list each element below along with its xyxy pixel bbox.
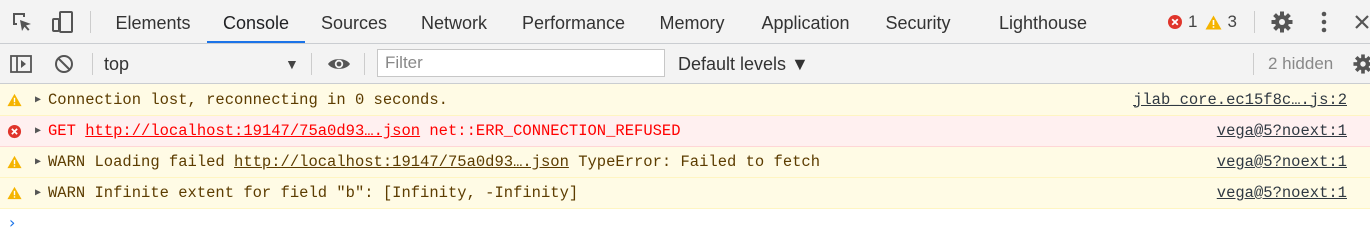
context-selector[interactable]: top <box>104 44 129 83</box>
separator <box>1254 11 1255 33</box>
message-text: WARN Infinite extent for field "b": [Inf… <box>48 184 579 202</box>
warning-icon <box>7 178 22 208</box>
warning-icon <box>7 84 22 115</box>
message-prefix: GET <box>48 122 86 140</box>
error-icon <box>1168 15 1182 29</box>
console-message-warning[interactable]: ▶ WARN Loading failed http://localhost:1… <box>0 147 1370 178</box>
console-message-error[interactable]: ▶ GET http://localhost:19147/75a0d93….js… <box>0 116 1370 147</box>
context-dropdown-arrow-icon[interactable]: ▼ <box>285 44 299 83</box>
show-sidebar-icon[interactable] <box>9 44 33 83</box>
warning-icon <box>7 147 22 177</box>
message-suffix: TypeError: Failed to fetch <box>568 153 821 171</box>
warning-count: 3 <box>1227 12 1237 31</box>
error-icon <box>7 116 22 146</box>
console-message-warning[interactable]: ▶ WARN Infinite extent for field "b": [I… <box>0 178 1370 209</box>
expand-triangle-icon[interactable]: ▶ <box>35 84 41 115</box>
log-levels-dropdown[interactable]: Default levels ▼ <box>678 44 809 83</box>
tab-lighthouse[interactable]: Lighthouse <box>986 0 1100 43</box>
clear-console-icon[interactable] <box>52 44 76 83</box>
tab-security[interactable]: Security <box>874 0 962 43</box>
hidden-messages-count: 2 hidden <box>1268 54 1334 73</box>
message-text: GET http://localhost:19147/75a0d93….json… <box>48 116 681 146</box>
filter-input[interactable] <box>377 49 665 77</box>
expand-triangle-icon[interactable]: ▶ <box>35 147 41 177</box>
inspect-element-icon[interactable] <box>10 0 34 44</box>
tab-application[interactable]: Application <box>748 0 863 43</box>
message-source-link[interactable]: vega@5?noext:1 <box>1217 116 1347 146</box>
device-toolbar-icon[interactable] <box>49 0 75 44</box>
separator <box>311 53 312 75</box>
console-settings-gear-icon[interactable] <box>1353 44 1370 83</box>
close-icon[interactable] <box>1354 0 1370 44</box>
message-url-link[interactable]: http://localhost:19147/75a0d93….json <box>85 122 420 140</box>
message-source-link[interactable]: vega@5?noext:1 <box>1217 147 1347 177</box>
message-url-link[interactable]: http://localhost:19147/75a0d93….json <box>234 153 569 171</box>
console-toolbar: top ▼ Default levels ▼ 2 hidden <box>0 44 1370 84</box>
expand-triangle-icon[interactable]: ▶ <box>35 178 41 208</box>
tab-performance[interactable]: Performance <box>511 0 636 43</box>
gear-icon[interactable] <box>1269 0 1295 44</box>
error-count: 1 <box>1188 12 1198 31</box>
tab-console[interactable]: Console <box>207 0 305 43</box>
kebab-menu-icon[interactable] <box>1314 0 1334 44</box>
separator <box>92 53 93 75</box>
tab-sources[interactable]: Sources <box>310 0 398 43</box>
console-message-warning[interactable]: ▶ Connection lost, reconnecting in 0 sec… <box>0 84 1370 116</box>
warning-icon <box>1205 15 1222 29</box>
message-prefix: WARN Loading failed <box>48 153 235 171</box>
message-source-link[interactable]: jlab_core.ec15f8c….js:2 <box>1133 84 1347 115</box>
message-source-link[interactable]: vega@5?noext:1 <box>1217 178 1347 208</box>
tab-memory[interactable]: Memory <box>647 0 737 43</box>
devtools-tab-bar: Elements Console Sources Network Perform… <box>0 0 1370 44</box>
message-suffix: net::ERR_CONNECTION_REFUSED <box>420 122 681 140</box>
console-prompt-icon[interactable]: › <box>9 213 15 232</box>
issue-counts[interactable]: 1 3 <box>1167 0 1245 44</box>
expand-triangle-icon[interactable]: ▶ <box>35 116 41 146</box>
separator <box>1253 53 1254 75</box>
message-text: WARN Loading failed http://localhost:191… <box>48 147 820 177</box>
message-text: Connection lost, reconnecting in 0 secon… <box>48 90 448 109</box>
tab-elements[interactable]: Elements <box>104 0 202 43</box>
separator <box>364 53 365 75</box>
separator <box>90 11 91 33</box>
tab-network[interactable]: Network <box>408 0 500 43</box>
live-expression-icon[interactable] <box>326 44 352 83</box>
